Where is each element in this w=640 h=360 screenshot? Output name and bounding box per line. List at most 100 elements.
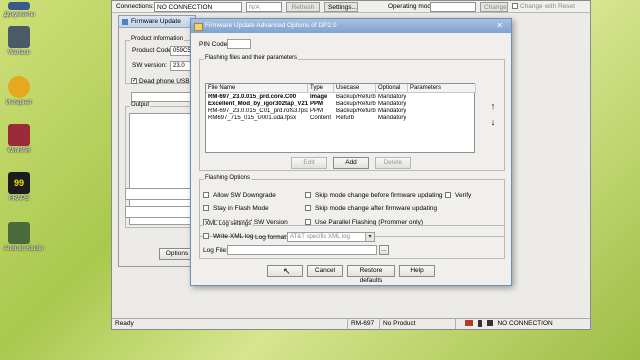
dead-phone-usb-checkbox[interactable]: Dead phone USB fl [131,78,195,85]
toolbar: Connections: NO CONNECTION N/A Refresh S… [112,1,590,13]
desktop-icon-fraps[interactable]: 99 FRAPS [4,172,34,202]
cell-optional: Mandatory [378,115,407,121]
move-up-icon[interactable]: ↑ [487,101,499,113]
allow-sw-downgrade-checkbox[interactable]: Allow SW Downgrade [203,192,276,200]
status-ready: Ready [112,319,348,329]
desktop-icon-label: Android Studio [4,246,44,252]
log-format-label: Log format: [255,234,288,241]
checkbox-box [131,78,137,85]
status-connection: NO CONNECTION [497,320,553,327]
checkbox-box [512,3,518,10]
usb-icon [465,320,473,327]
change-with-reset-checkbox[interactable]: Change with Reset [512,2,575,12]
option-label: Skip mode change before firmware updatin… [315,192,443,199]
advanced-options-dialog: Firmware Update Advanced Options of DP2.… [190,18,512,286]
firmware-select[interactable] [131,92,197,102]
port-select[interactable]: N/A [246,2,282,12]
column-header[interactable]: Type [308,84,334,93]
column-header[interactable]: Usecase [334,84,376,93]
desktop-icon-label: Интернет [5,100,33,106]
status-product: No Product [380,319,456,329]
stay-in-flash-mode-checkbox[interactable]: Stay in Flash Mode [203,205,269,213]
verify-checkbox[interactable]: Verify [445,192,471,200]
log-format-select[interactable]: AT&T specific XML log ▾ [287,232,375,242]
column-header[interactable]: Parameters [408,84,476,93]
desktop-icon-label: Документы [4,12,35,18]
winrar-icon [8,124,30,146]
status-bar: Ready RM-697 No Product NO CONNECTION [112,318,592,329]
cell-file: RM-697_23.0.015_prd.core.C00 [208,94,297,100]
connections-label: Connections: [116,3,154,10]
table-row[interactable]: RM-697_23.0.015_C01_prd.rofs3.fpsx PPM B… [206,108,474,115]
desktop-icon-documents[interactable]: Документы [4,2,35,18]
phone-icon [477,319,482,327]
cell-type: PPM [310,108,324,114]
pin-code-input[interactable] [227,39,251,49]
cell-usecase: Backup/Refurb [336,101,376,107]
restore-defaults-button[interactable]: Restore defaults [347,265,395,284]
sw-version-label: SW version: [132,62,168,69]
table-row[interactable]: Excellent_Mod_by_igor302tap_V21 PPM Back… [206,101,474,108]
firmware-update-title: Firmware Update [119,16,195,28]
cancel-button[interactable]: Cancel [307,265,343,277]
skip-mode-after-checkbox[interactable]: Skip mode change after firmware updating [305,205,437,213]
write-xml-log-checkbox[interactable]: Write XML log [203,233,253,241]
desktop-icon-label: Warface [7,50,31,56]
checkbox-box [445,192,451,199]
desktop-icon-warface[interactable]: Warface [4,26,34,56]
table-row[interactable]: RM697_715_015_U001.uda.fpsx Content Refu… [206,115,474,122]
delete-button[interactable]: Delete [375,157,411,169]
product-info-label: Product information [130,36,185,42]
option-label: Verify [455,192,472,199]
move-down-icon[interactable]: ↓ [487,117,499,129]
android-studio-icon [8,222,30,244]
option-label: Write XML log [213,233,254,240]
chevron-down-icon: ▾ [365,233,374,241]
edit-button[interactable]: Edit [291,157,327,169]
option-label: Stay in Flash Mode [213,205,269,212]
status-connection-area: NO CONNECTION [456,319,592,329]
change-with-reset-label: Change with Reset [520,3,575,10]
checkbox-box [305,205,311,212]
cell-type: Image [310,94,328,100]
cell-optional: Mandatory [378,108,407,114]
log-format-value: AT&T specific XML log [290,234,350,240]
flashing-files-table: File Name Type Usecase Optional Paramete… [205,83,476,153]
folder-icon [8,2,30,10]
change-button[interactable]: Change [480,2,508,12]
close-icon[interactable]: ✕ [496,21,503,31]
column-header[interactable]: File Name [206,84,308,93]
fraps-icon: 99 [8,172,30,194]
pin-code-label: PIN Code: [199,41,229,48]
desktop-icon-internet[interactable]: Интернет [4,76,34,106]
add-button[interactable]: Add [333,157,369,169]
firmware-update-panel: Firmware Update Product information Prod… [118,15,198,267]
operating-mode-select[interactable] [430,2,476,12]
xml-log-settings-label: XML Log settings [204,221,253,227]
refresh-button[interactable]: Refresh [286,2,320,12]
flashing-options-label: Flashing Options [204,175,252,181]
column-header[interactable]: Optional [376,84,408,93]
connections-select[interactable]: NO CONNECTION [154,2,242,12]
log-file-input[interactable] [227,245,377,255]
dead-phone-usb-label: Dead phone USB fl [139,78,195,85]
cell-optional: Mandatory [378,94,407,100]
browser-icon [8,76,30,98]
desktop-icon-label: FRAPS [8,196,29,202]
checkbox-box [203,233,209,240]
desktop-icon-winrar[interactable]: WinRAR [4,124,34,154]
checkbox-box [305,192,311,199]
desktop-icon-label: WinRAR [7,148,31,154]
cell-file: Excellent_Mod_by_igor302tap_V21 [208,101,308,107]
cell-usecase: Refurb [336,115,355,121]
browse-button[interactable]: ... [379,245,389,255]
progress-bar-2 [125,206,195,218]
desktop-icon-android-studio[interactable]: Android Studio [4,222,44,252]
help-button[interactable]: Help [399,265,435,277]
settings-button[interactable]: Settings... [324,2,358,12]
table-row[interactable]: RM-697_23.0.015_prd.core.C00 Image Backu… [206,94,474,101]
skip-mode-before-checkbox[interactable]: Skip mode change before firmware updatin… [305,192,443,200]
dialog-title: Firmware Update Advanced Options of DP2.… [191,19,511,33]
cell-type: PPM [310,101,324,107]
warface-icon [8,26,30,48]
